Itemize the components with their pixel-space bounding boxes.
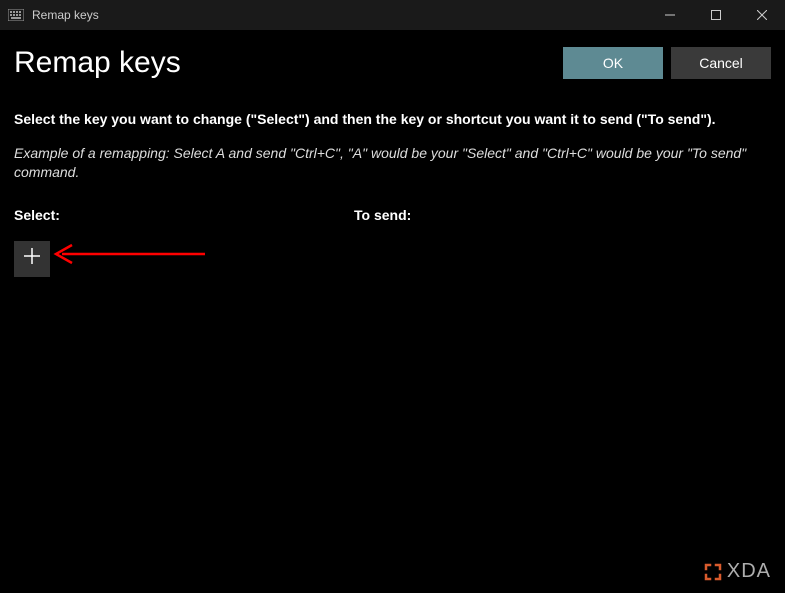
select-label: Select: — [14, 207, 354, 223]
minimize-button[interactable] — [647, 0, 693, 30]
add-remap-button[interactable] — [14, 241, 50, 277]
close-button[interactable] — [739, 0, 785, 30]
app-icon — [8, 9, 24, 21]
to-send-column: To send: — [354, 207, 771, 277]
header: Remap keys OK Cancel — [0, 36, 785, 80]
window-controls — [647, 0, 785, 30]
button-group: OK Cancel — [563, 47, 771, 79]
select-column: Select: — [14, 207, 354, 277]
content: Select the key you want to change ("Sele… — [0, 80, 785, 291]
instruction-text: Select the key you want to change ("Sele… — [14, 110, 771, 130]
page-title: Remap keys — [14, 46, 181, 80]
maximize-button[interactable] — [693, 0, 739, 30]
example-text: Example of a remapping: Select A and sen… — [14, 144, 771, 183]
to-send-label: To send: — [354, 207, 771, 223]
titlebar: Remap keys — [0, 0, 785, 30]
cancel-button[interactable]: Cancel — [671, 47, 771, 79]
watermark-text: XDA — [727, 560, 771, 583]
watermark: XDA — [703, 560, 771, 583]
ok-button[interactable]: OK — [563, 47, 663, 79]
watermark-logo-icon — [703, 562, 723, 582]
columns: Select: To send: — [14, 207, 771, 277]
titlebar-title: Remap keys — [32, 8, 647, 22]
plus-icon — [22, 246, 42, 271]
